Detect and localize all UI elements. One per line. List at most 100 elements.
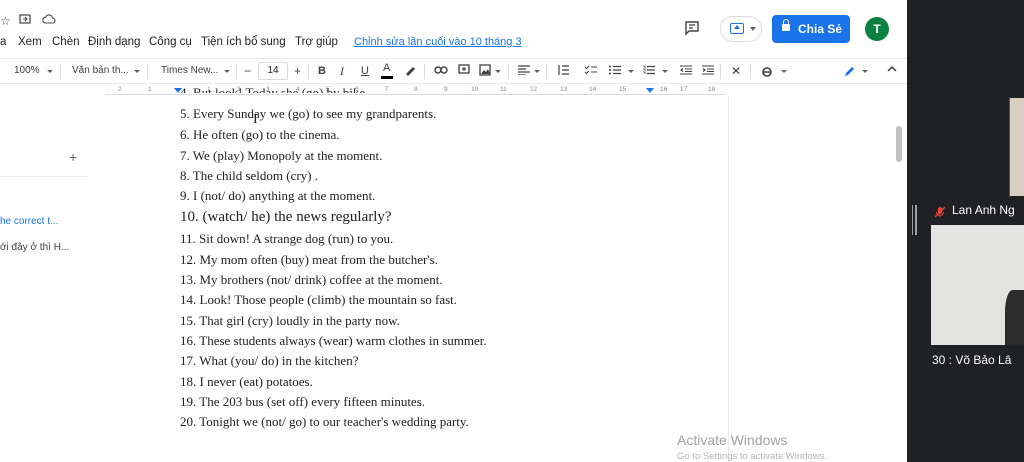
avatar[interactable]: T (865, 17, 889, 41)
comment-icon[interactable] (684, 20, 704, 38)
chevron-down-icon (862, 70, 868, 73)
share-button[interactable]: Chia Sẻ (772, 15, 850, 43)
underline-button[interactable]: U (361, 63, 369, 79)
toolbar: 100% Văn bản th... Times New... − 14 + B… (0, 58, 907, 84)
outline-heading[interactable]: he correct t... (0, 216, 58, 227)
line-spacing-icon[interactable] (557, 65, 569, 81)
ruler-number: 16 (660, 86, 668, 93)
ruler-number: 2 (118, 86, 122, 93)
chevron-down-icon (224, 70, 230, 73)
mic-off-icon (934, 205, 946, 218)
menu-file[interactable]: a (0, 34, 6, 50)
menu-help[interactable]: Trợ giúp (295, 34, 338, 50)
font-select[interactable]: Times New... (161, 63, 218, 79)
highlight-icon[interactable] (404, 64, 416, 82)
document-line: 20. Tonight we (not/ go) to our teacher'… (180, 414, 469, 429)
document-line: 14. Look! Those people (climb) the mount… (180, 292, 458, 307)
outline-heading[interactable]: ới đây ở thì H... (0, 242, 69, 253)
chevron-down-icon (781, 70, 787, 73)
document-line: 11. Sit down! A strange dog (run) to you… (180, 231, 394, 246)
font-size-input[interactable]: 14 (258, 62, 288, 80)
ruler-number: 8 (414, 86, 418, 93)
docs-app: ☆ a Xem Chèn Định dạng Công cụ Tiện ích … (0, 0, 907, 462)
participant-name-1: Lan Anh Ng (952, 203, 1015, 217)
align-left-icon[interactable] (518, 65, 530, 81)
italic-button[interactable]: I (340, 63, 344, 79)
document-line: 12. My mom often (buy) meat from the but… (180, 252, 438, 267)
document-line: 16. These students always (wear) warm cl… (180, 333, 487, 348)
insert-image-icon[interactable] (479, 64, 491, 82)
document-line-partial: 4. But look! Today she (go) by bike. (180, 85, 369, 93)
decrease-indent-icon[interactable] (680, 65, 692, 81)
zoom-select[interactable]: 100% (14, 63, 40, 79)
ruler-number: 14 (589, 86, 597, 93)
text-color-swatch (381, 76, 393, 79)
present-icon (730, 23, 744, 34)
ruler-number: 18 (708, 86, 716, 93)
toolbar-divider (750, 64, 751, 79)
ruler-number: 11 (500, 86, 507, 93)
font-size-increase-button[interactable]: + (294, 63, 301, 79)
document-line: 9. I (not/ do) anything at the moment. (180, 188, 376, 203)
chevron-down-icon (47, 70, 53, 73)
ruler-number: 9 (444, 86, 448, 93)
participant-video-1[interactable] (1010, 98, 1024, 196)
add-summary-button[interactable]: + (69, 150, 77, 164)
participant-name-2: 30 : Võ Bảo Lâ (932, 353, 1012, 367)
link-icon[interactable] (434, 65, 448, 81)
participant-video-2-figure (1005, 290, 1024, 345)
bold-button[interactable]: B (318, 63, 326, 79)
document-outline: + he correct t... ới đây ở thì H... (0, 96, 100, 462)
activate-windows-subtitle: Go to Settings to activate Windows. (677, 451, 827, 462)
vertical-scrollbar[interactable] (896, 126, 902, 162)
text-cursor-icon: I (253, 112, 258, 127)
numbered-list-icon[interactable] (643, 65, 655, 81)
toolbar-divider (236, 64, 237, 79)
toolbar-divider (147, 64, 148, 79)
outline-divider (0, 176, 88, 177)
text-color-button[interactable]: A (381, 62, 393, 80)
increase-indent-icon[interactable] (702, 65, 714, 81)
present-button[interactable] (720, 16, 762, 42)
clear-formatting-button[interactable]: ✕ (731, 63, 741, 79)
menu-addons[interactable]: Tiện ích bổ sung (201, 34, 286, 50)
ruler-number: 17 (680, 86, 688, 93)
last-edit-link[interactable]: Chỉnh sửa lần cuối vào 10 tháng 3 (354, 34, 522, 50)
lock-icon (782, 19, 790, 31)
toolbar-divider (720, 64, 721, 79)
menu-format[interactable]: Định dạng (88, 34, 140, 50)
menu-tools[interactable]: Công cụ (149, 34, 192, 50)
menu-view[interactable]: Xem (18, 34, 42, 50)
ruler[interactable]: 2 1 1 2 3 4 5 6 7 8 9 10 11 12 13 14 15 … (0, 86, 907, 96)
text-color-label: A (383, 62, 391, 74)
move-to-folder-icon[interactable] (19, 13, 31, 28)
toolbar-divider (508, 64, 509, 79)
activate-windows-title: Activate Windows (677, 432, 788, 448)
chevron-down-icon (750, 27, 756, 31)
sidebar-resize-handle[interactable] (915, 205, 917, 235)
chevron-down-icon (534, 70, 540, 73)
sidebar-resize-handle[interactable] (912, 205, 913, 235)
ruler-number: 1 (148, 86, 152, 93)
input-tools-icon[interactable] (762, 65, 772, 83)
add-comment-icon[interactable] (458, 64, 470, 82)
font-size-decrease-button[interactable]: − (244, 63, 251, 79)
pencil-icon[interactable] (843, 64, 857, 84)
document-line: 7. We (play) Monopoly at the moment. (180, 148, 383, 163)
ruler-number: 10 (471, 86, 479, 93)
checklist-icon[interactable] (584, 65, 597, 81)
document-line: 8. The child seldom (cry) . (180, 168, 319, 183)
chevron-down-icon (662, 70, 668, 73)
ruler-number: 12 (530, 86, 538, 93)
document-line: 5. Every Sunday we (go) to see my grandp… (180, 106, 437, 121)
document-line: 19. The 203 bus (set off) every fifteen … (180, 394, 426, 409)
star-icon[interactable]: ☆ (0, 14, 11, 28)
ruler-number: 13 (560, 86, 568, 93)
cloud-status-icon[interactable] (42, 13, 56, 28)
menu-insert[interactable]: Chèn (52, 34, 80, 50)
chevron-down-icon (134, 70, 140, 73)
collapse-toolbar-icon[interactable] (887, 63, 897, 79)
right-indent-marker[interactable] (646, 88, 654, 93)
bulleted-list-icon[interactable] (609, 65, 621, 81)
style-select[interactable]: Văn bản th... (72, 63, 129, 79)
